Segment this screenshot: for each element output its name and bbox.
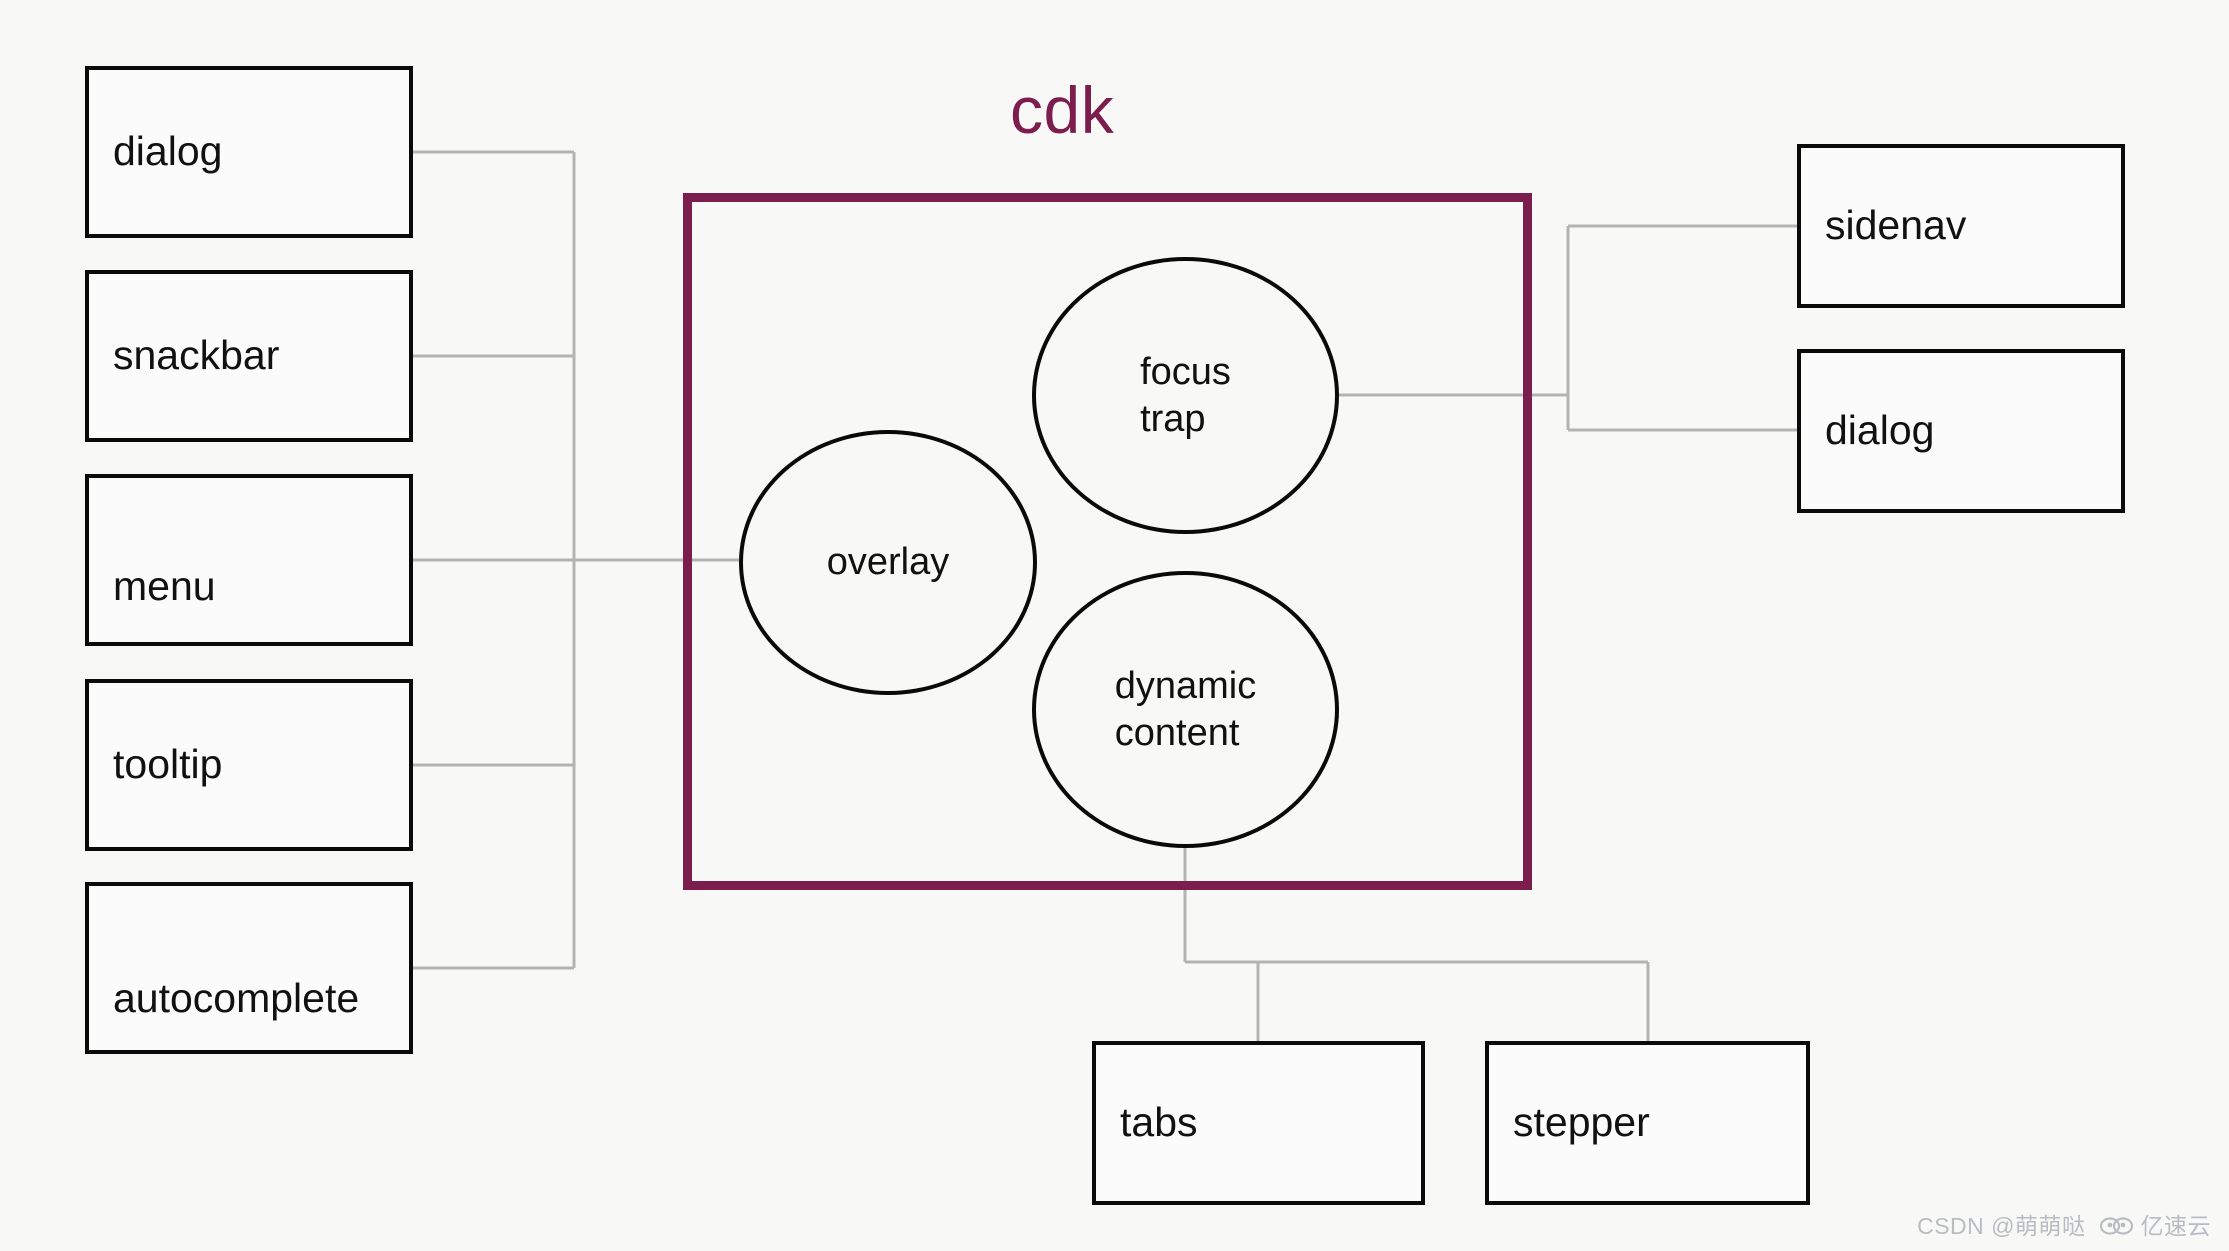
node-tooltip-label: tooltip: [113, 741, 223, 788]
node-autocomplete-label: autocomplete: [113, 974, 360, 1021]
node-snackbar[interactable]: snackbar: [85, 270, 413, 442]
cloud-icon: [2099, 1213, 2134, 1235]
watermark-brand: 亿速云: [2099, 1207, 2212, 1241]
node-sidenav[interactable]: sidenav: [1797, 144, 2125, 308]
node-dialog-right[interactable]: dialog: [1797, 349, 2125, 513]
circle-overlay-label: overlay: [826, 541, 950, 584]
circle-dynamic-content[interactable]: dynamic content: [1032, 571, 1339, 848]
circle-overlay[interactable]: overlay: [739, 430, 1037, 695]
diagram-title: cdk: [1010, 73, 1115, 147]
node-dialog-left[interactable]: dialog: [85, 66, 413, 238]
node-menu-label: menu: [113, 562, 216, 609]
node-stepper-label: stepper: [1513, 1099, 1650, 1146]
circle-focus-trap-label: focus trap: [1140, 351, 1231, 440]
circle-dynamic-content-label: dynamic content: [1114, 665, 1257, 754]
node-menu[interactable]: menu: [85, 474, 413, 646]
node-sidenav-label: sidenav: [1825, 202, 1967, 249]
node-tabs-label: tabs: [1120, 1099, 1198, 1146]
circle-focus-trap[interactable]: focus trap: [1032, 257, 1339, 534]
node-tooltip[interactable]: tooltip: [85, 679, 413, 851]
node-dialog-right-label: dialog: [1825, 407, 1935, 454]
diagram-canvas: cdk dialog snackbar menu tooltip autocom…: [0, 0, 2229, 1251]
node-dialog-left-label: dialog: [113, 128, 223, 175]
node-autocomplete[interactable]: autocomplete: [85, 882, 413, 1054]
watermark: CSDN @萌萌哒 亿速云: [1917, 1207, 2211, 1241]
watermark-csdn-text: CSDN @萌萌哒: [1917, 1213, 2086, 1239]
node-snackbar-label: snackbar: [113, 332, 280, 379]
node-tabs[interactable]: tabs: [1092, 1041, 1425, 1205]
node-stepper[interactable]: stepper: [1485, 1041, 1810, 1205]
watermark-brand-text: 亿速云: [2140, 1213, 2211, 1239]
